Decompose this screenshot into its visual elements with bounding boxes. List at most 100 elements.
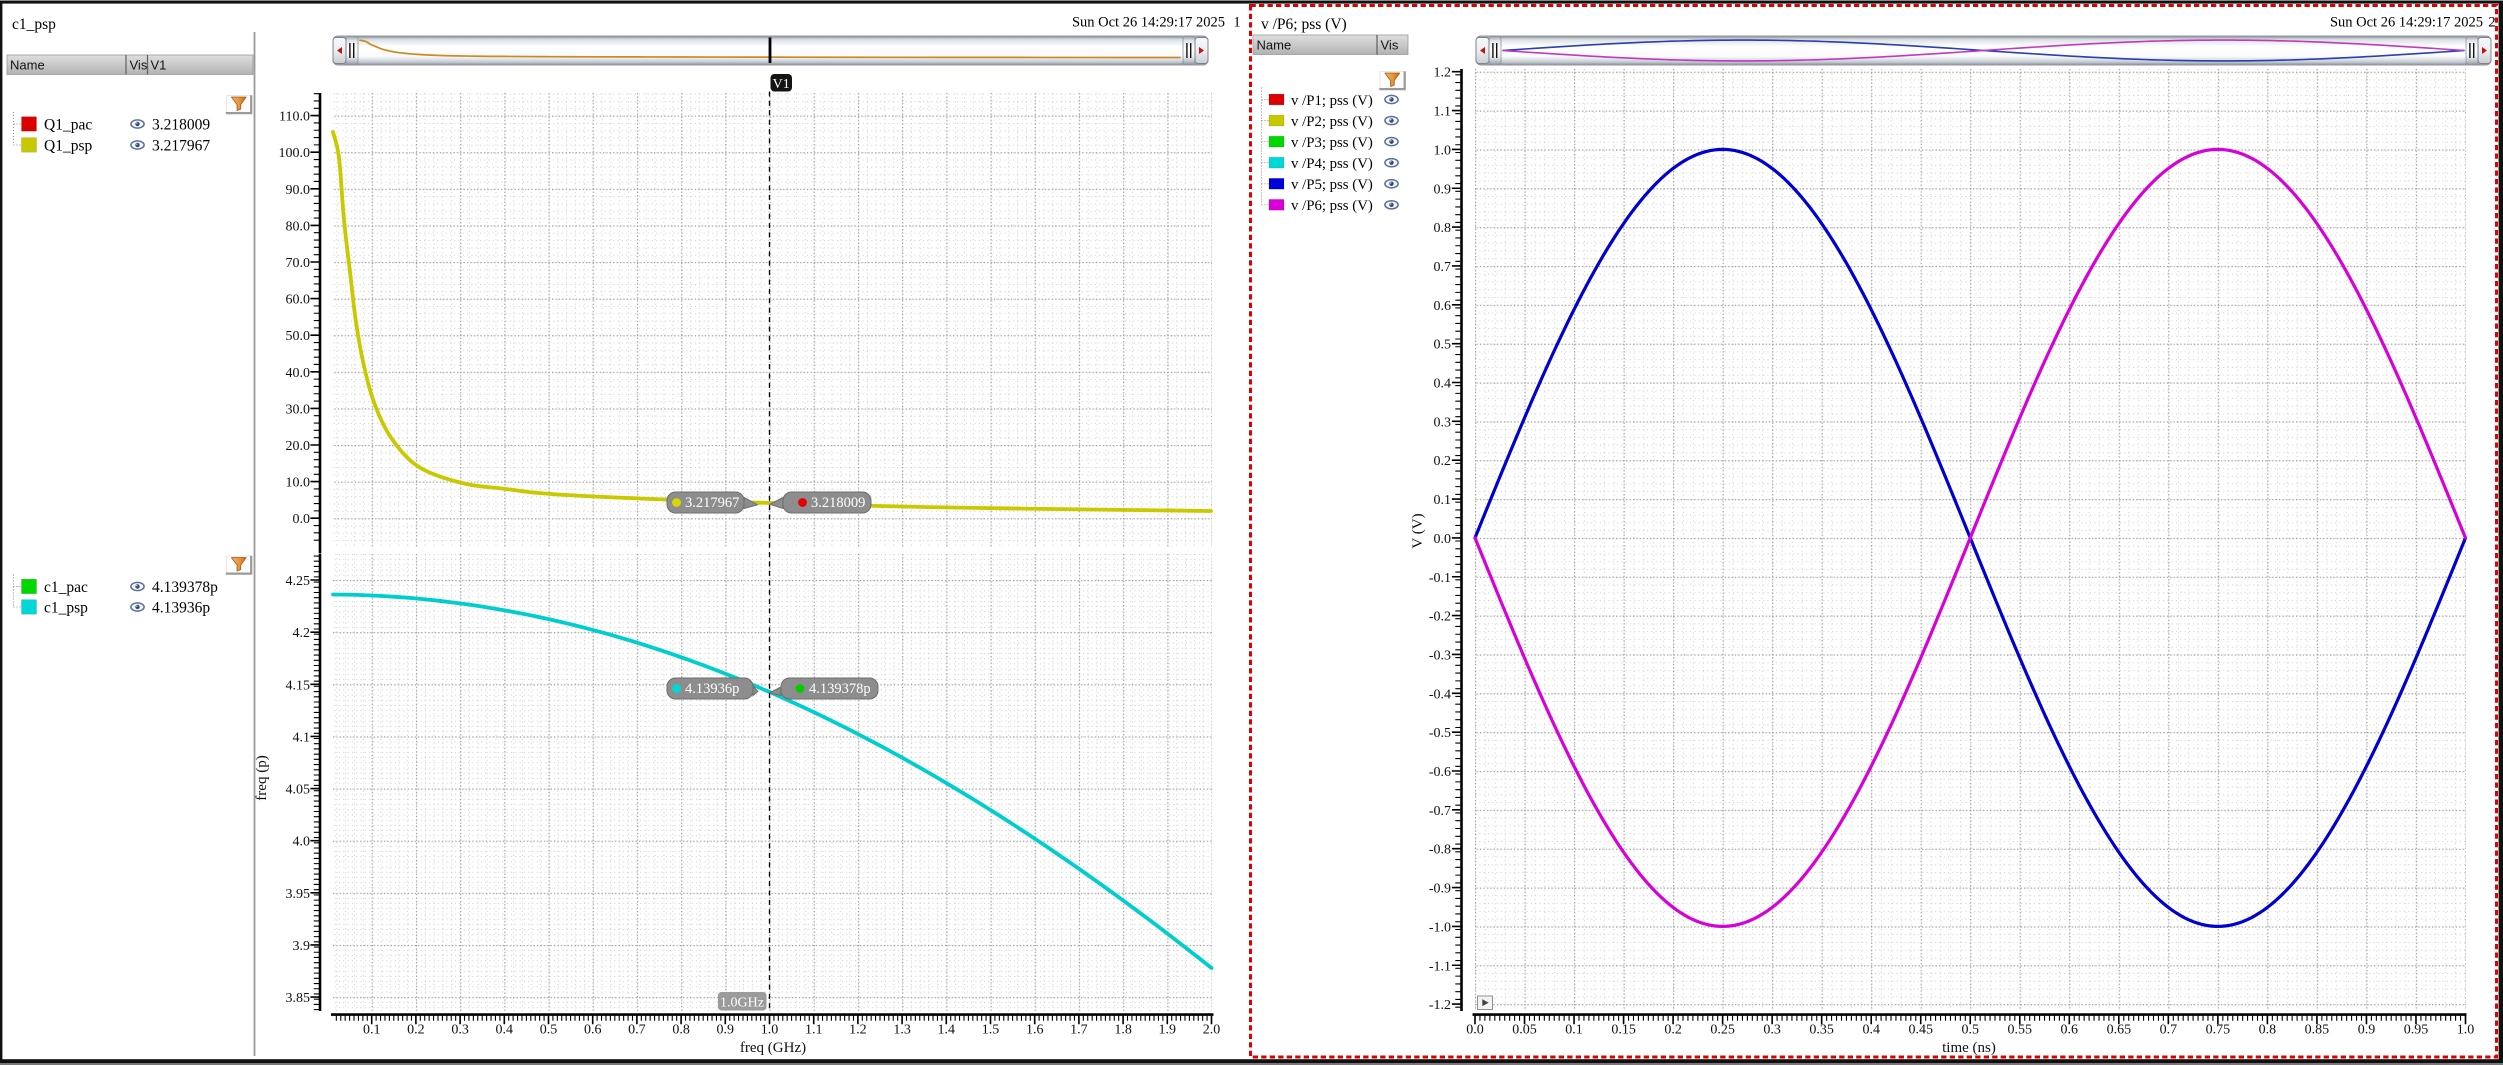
svg-text:Sun Oct 26 14:29:17 2025: Sun Oct 26 14:29:17 2025 <box>2330 15 2483 31</box>
svg-text:-1.1: -1.1 <box>1429 959 1451 974</box>
svg-text:0.6: 0.6 <box>1434 299 1452 314</box>
svg-text:0.7: 0.7 <box>2160 1023 2178 1038</box>
svg-text:3.218009: 3.218009 <box>811 495 865 511</box>
svg-text:-0.1: -0.1 <box>1429 571 1451 586</box>
svg-text:time (ns): time (ns) <box>1942 1040 1996 1056</box>
svg-text:-0.2: -0.2 <box>1429 610 1451 625</box>
svg-text:1.1: 1.1 <box>1434 105 1452 120</box>
svg-text:0.9: 0.9 <box>1434 182 1452 197</box>
svg-text:0.6: 0.6 <box>584 1023 602 1038</box>
svg-text:-0.6: -0.6 <box>1429 765 1451 780</box>
svg-text:c1_psp: c1_psp <box>44 600 88 617</box>
svg-text:0.3: 0.3 <box>1434 415 1452 430</box>
svg-text:Name: Name <box>10 58 45 73</box>
svg-text:v /P1; pss (V): v /P1; pss (V) <box>1291 93 1373 109</box>
svg-text:10.0: 10.0 <box>286 476 311 491</box>
svg-text:0.6: 0.6 <box>2061 1023 2079 1038</box>
svg-text:freq (p): freq (p) <box>254 755 270 800</box>
svg-text:4.139378p: 4.139378p <box>152 579 218 596</box>
svg-text:110.0: 110.0 <box>279 110 310 125</box>
svg-text:3.218009: 3.218009 <box>152 117 210 134</box>
svg-text:0.4: 0.4 <box>1862 1023 1880 1038</box>
svg-text:0.8: 0.8 <box>2259 1023 2277 1038</box>
svg-text:Sun Oct 26 14:29:17 2025: Sun Oct 26 14:29:17 2025 <box>1072 15 1225 31</box>
svg-text:1.0GHz: 1.0GHz <box>720 995 764 1010</box>
svg-text:4.13936p: 4.13936p <box>685 681 739 697</box>
svg-text:4.139378p: 4.139378p <box>809 681 871 697</box>
svg-text:1.2: 1.2 <box>1434 66 1452 81</box>
svg-text:0.1: 0.1 <box>1565 1023 1583 1038</box>
svg-text:3.85: 3.85 <box>286 991 311 1006</box>
svg-text:1.4: 1.4 <box>938 1023 956 1038</box>
svg-text:0.0: 0.0 <box>1434 532 1452 547</box>
svg-text:0.2: 0.2 <box>1664 1023 1682 1038</box>
svg-text:0.3: 0.3 <box>451 1023 469 1038</box>
svg-text:0.5: 0.5 <box>540 1023 558 1038</box>
svg-text:0.7: 0.7 <box>628 1023 646 1038</box>
svg-text:70.0: 70.0 <box>286 256 311 271</box>
svg-text:0.45: 0.45 <box>1908 1023 1933 1038</box>
svg-text:0.65: 0.65 <box>2107 1023 2132 1038</box>
svg-text:0.75: 0.75 <box>2206 1023 2231 1038</box>
svg-text:90.0: 90.0 <box>286 183 311 198</box>
svg-text:1.7: 1.7 <box>1070 1023 1088 1038</box>
svg-text:0.15: 0.15 <box>1611 1023 1636 1038</box>
svg-text:-0.8: -0.8 <box>1429 843 1451 858</box>
svg-text:-0.4: -0.4 <box>1429 687 1451 702</box>
svg-text:0.0: 0.0 <box>293 512 311 527</box>
svg-text:4.15: 4.15 <box>286 678 311 693</box>
svg-text:80.0: 80.0 <box>286 219 311 234</box>
svg-text:4.2: 4.2 <box>293 626 311 641</box>
svg-text:1.0: 1.0 <box>1434 143 1452 158</box>
svg-text:40.0: 40.0 <box>286 366 311 381</box>
svg-text:0.9: 0.9 <box>2358 1023 2376 1038</box>
svg-text:0.95: 0.95 <box>2404 1023 2429 1038</box>
svg-text:v /P6; pss (V): v /P6; pss (V) <box>1291 198 1373 214</box>
svg-text:2: 2 <box>2488 15 2495 31</box>
svg-text:-0.3: -0.3 <box>1429 648 1451 663</box>
svg-text:0.1: 0.1 <box>1434 493 1452 508</box>
svg-text:-1.2: -1.2 <box>1429 998 1451 1013</box>
svg-text:v /P5; pss (V): v /P5; pss (V) <box>1291 177 1373 193</box>
svg-text:V (V): V (V) <box>1410 513 1426 548</box>
svg-text:-0.5: -0.5 <box>1429 726 1451 741</box>
svg-text:100.0: 100.0 <box>279 146 311 161</box>
svg-text:v /P4; pss (V): v /P4; pss (V) <box>1291 156 1373 172</box>
svg-text:0.5: 0.5 <box>1434 338 1452 353</box>
svg-text:c1_psp: c1_psp <box>12 16 56 33</box>
svg-text:2.0: 2.0 <box>1203 1023 1221 1038</box>
svg-text:Q1_pac: Q1_pac <box>44 117 92 134</box>
svg-text:v /P3; pss (V): v /P3; pss (V) <box>1291 135 1373 151</box>
svg-text:1.8: 1.8 <box>1114 1023 1132 1038</box>
svg-text:c1_pac: c1_pac <box>44 579 88 596</box>
svg-text:60.0: 60.0 <box>286 293 311 308</box>
svg-text:4.0: 4.0 <box>293 835 311 850</box>
svg-text:0.05: 0.05 <box>1512 1023 1537 1038</box>
svg-text:50.0: 50.0 <box>286 329 311 344</box>
svg-text:Vis: Vis <box>130 58 148 73</box>
svg-text:v /P6; pss (V): v /P6; pss (V) <box>1261 16 1347 33</box>
svg-text:0.35: 0.35 <box>1809 1023 1834 1038</box>
svg-text:freq (GHz): freq (GHz) <box>740 1040 806 1056</box>
svg-text:Q1_psp: Q1_psp <box>44 138 92 155</box>
svg-text:0.9: 0.9 <box>717 1023 735 1038</box>
svg-text:4.13936p: 4.13936p <box>152 600 210 617</box>
svg-text:4.05: 4.05 <box>286 783 311 798</box>
svg-text:1.9: 1.9 <box>1159 1023 1177 1038</box>
svg-text:30.0: 30.0 <box>286 402 311 417</box>
svg-text:-0.9: -0.9 <box>1429 882 1451 897</box>
svg-text:v /P2; pss (V): v /P2; pss (V) <box>1291 114 1373 130</box>
svg-text:0.4: 0.4 <box>496 1023 514 1038</box>
svg-text:1.2: 1.2 <box>849 1023 867 1038</box>
svg-text:V1: V1 <box>773 77 790 92</box>
svg-text:0.4: 0.4 <box>1434 377 1452 392</box>
svg-text:1.1: 1.1 <box>805 1023 823 1038</box>
svg-text:0.3: 0.3 <box>1763 1023 1781 1038</box>
svg-text:4.25: 4.25 <box>286 574 311 589</box>
svg-text:3.95: 3.95 <box>286 887 311 902</box>
svg-text:-0.7: -0.7 <box>1429 804 1451 819</box>
svg-text:0.2: 0.2 <box>1434 454 1452 469</box>
svg-text:3.9: 3.9 <box>293 939 311 954</box>
svg-text:0.0: 0.0 <box>1466 1023 1484 1038</box>
svg-text:0.7: 0.7 <box>1434 260 1452 275</box>
